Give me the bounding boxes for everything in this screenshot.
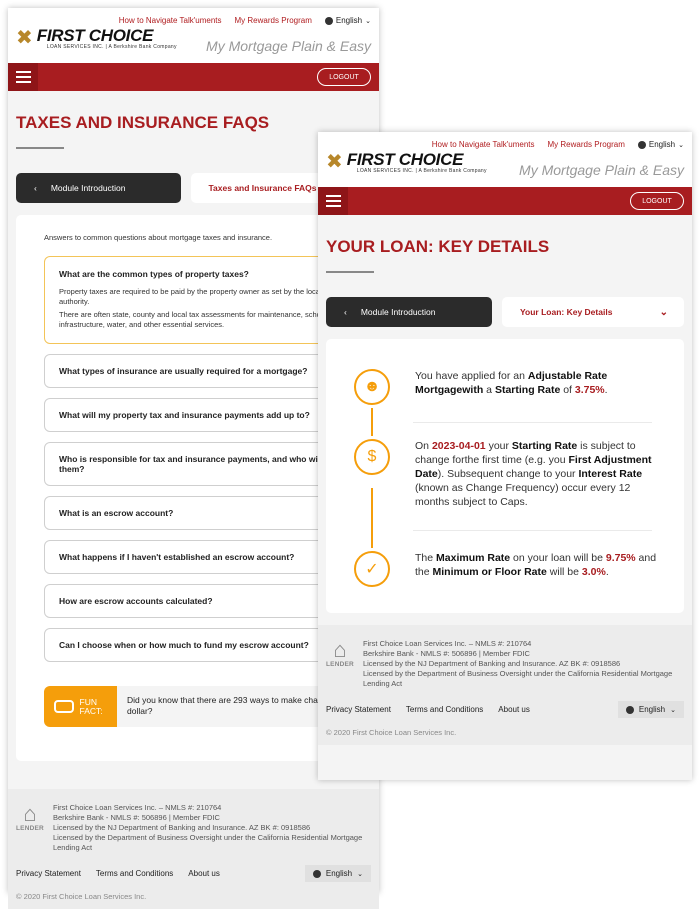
detail-row: ✓ The Maximum Rate on your loan will be … (326, 551, 684, 587)
logo-text: FIRST CHOICE (36, 26, 154, 45)
module-introduction-button[interactable]: ‹ Module Introduction (326, 297, 492, 327)
page-title: YOUR LOAN: KEY DETAILS (326, 237, 550, 256)
language-label: English (648, 140, 676, 149)
logo[interactable]: ✖ FIRST CHOICE LOAN SERVICES INC. | A Ber… (326, 149, 487, 174)
about-us-link[interactable]: About us (498, 705, 530, 714)
license-line: Berkshire Bank - NMLS #: 506896 | Member… (52, 813, 220, 822)
rewards-program-link[interactable]: My Rewards Program (235, 16, 312, 25)
module-introduction-label: Module Introduction (360, 307, 436, 317)
smiley-tag-icon (53, 700, 74, 713)
maximum-rate-value: 9.75% (605, 552, 636, 564)
language-label: English (638, 705, 666, 714)
page-title: TAXES AND INSURANCE FAQS (16, 113, 270, 132)
key-details-card: ☻ You have applied for an Adjustable Rat… (326, 339, 684, 613)
logo-subtext: LOAN SERVICES INC. | A Berkshire Bank Co… (46, 44, 177, 50)
tagline: My Mortgage Plain & Easy (519, 162, 684, 178)
navigate-talkuments-link[interactable]: How to Navigate Talk'uments (119, 16, 222, 25)
logo-subtext: LOAN SERVICES INC. | A Berkshire Bank Co… (356, 168, 487, 174)
license-line: First Choice Loan Services Inc. – NMLS #… (52, 803, 222, 812)
globe-icon (637, 140, 646, 149)
copyright: © 2020 First Choice Loan Services Inc. (16, 892, 147, 901)
chevron-left-icon: ‹ (344, 307, 347, 317)
first-adjustment-date-value: 2023-04-01 (431, 440, 486, 452)
terms-conditions-link[interactable]: Terms and Conditions (406, 705, 483, 714)
chevron-down-icon: ⌄ (365, 17, 371, 25)
rewards-program-link[interactable]: My Rewards Program (548, 140, 625, 149)
license-line: Licensed by the Department of Business O… (52, 833, 363, 852)
current-section-label: Taxes and Insurance FAQs (208, 183, 317, 193)
logo-mark-icon: ✖ (16, 25, 33, 49)
detail-text: On 2023-04-01 your Starting Rate is subj… (415, 440, 652, 508)
dollar-cycle-icon: $ (354, 439, 390, 475)
hamburger-menu-icon[interactable] (318, 187, 348, 215)
logo-mark-icon: ✖ (326, 149, 343, 173)
loan-details-screen: How to Navigate Talk'uments My Rewards P… (318, 132, 692, 780)
site-header: How to Navigate Talk'uments My Rewards P… (8, 8, 379, 63)
logout-button[interactable]: LOGOUT (630, 192, 684, 210)
privacy-statement-link[interactable]: Privacy Statement (16, 869, 81, 878)
equal-housing-lender-icon: ⌂ LENDER (16, 801, 44, 833)
privacy-statement-link[interactable]: Privacy Statement (326, 705, 391, 714)
license-line: Licensed by the NJ Department of Banking… (52, 823, 311, 832)
license-info: First Choice Loan Services Inc. – NMLS #… (53, 803, 371, 853)
footer: ⌂ LENDER First Choice Loan Services Inc. … (318, 625, 692, 745)
footer-language-selector[interactable]: English ⌄ (304, 865, 371, 882)
logo[interactable]: ✖ FIRST CHOICE LOAN SERVICES INC. | A Ber… (16, 25, 177, 50)
title-divider (326, 271, 374, 273)
module-introduction-button[interactable]: ‹ Module Introduction (16, 173, 181, 203)
language-label: English (325, 869, 353, 878)
chevron-down-icon: ⌄ (678, 141, 684, 149)
language-label: English (335, 16, 363, 25)
copyright: © 2020 First Choice Loan Services Inc. (326, 728, 457, 737)
footer: ⌂ LENDER First Choice Loan Services Inc. … (8, 789, 379, 909)
detail-row: $ On 2023-04-01 your Starting Rate is su… (326, 439, 684, 509)
logout-button[interactable]: LOGOUT (317, 68, 371, 86)
hamburger-menu-icon[interactable] (8, 63, 38, 91)
person-icon: ☻ (354, 369, 390, 405)
detail-text: The Maximum Rate on your loan will be 9.… (415, 552, 657, 578)
navigate-talkuments-link[interactable]: How to Navigate Talk'uments (432, 140, 535, 149)
section-dropdown[interactable]: Your Loan: Key Details ⌄ (502, 297, 684, 327)
detail-row: ☻ You have applied for an Adjustable Rat… (326, 369, 684, 405)
footer-language-selector[interactable]: English ⌄ (617, 701, 684, 718)
logo-text: FIRST CHOICE (346, 150, 464, 169)
module-introduction-label: Module Introduction (50, 183, 126, 193)
equal-housing-lender-icon: ⌂ LENDER (326, 637, 354, 669)
current-section-label: Your Loan: Key Details (520, 307, 613, 317)
tagline: My Mortgage Plain & Easy (206, 38, 371, 54)
globe-icon (324, 16, 333, 25)
site-header: How to Navigate Talk'uments My Rewards P… (318, 132, 692, 187)
floor-rate-value: 3.0% (581, 566, 606, 578)
license-line: Licensed by the NJ Department of Banking… (362, 659, 621, 668)
terms-conditions-link[interactable]: Terms and Conditions (96, 869, 173, 878)
checkmark-icon: ✓ (354, 551, 390, 587)
title-divider (16, 147, 64, 149)
change-frequency-value: 12 (618, 482, 631, 494)
fun-fact-badge: FUN FACT: (44, 686, 117, 727)
license-info: First Choice Loan Services Inc. – NMLS #… (363, 639, 684, 689)
language-selector[interactable]: English ⌄ (637, 140, 684, 149)
chevron-down-icon: ⌄ (357, 870, 363, 878)
about-us-link[interactable]: About us (188, 869, 220, 878)
fun-fact-label: FUN FACT: (79, 696, 103, 716)
language-selector[interactable]: English ⌄ (324, 16, 371, 25)
globe-icon (312, 869, 321, 878)
chevron-down-icon: ⌄ (659, 306, 668, 318)
chevron-left-icon: ‹ (34, 183, 37, 193)
chevron-down-icon: ⌄ (670, 706, 676, 714)
license-line: Licensed by the Department of Business O… (362, 669, 673, 688)
starting-rate-value: 3.75% (574, 384, 605, 396)
nav-bar: LOGOUT (8, 63, 379, 91)
license-line: Berkshire Bank - NMLS #: 506896 | Member… (362, 649, 530, 658)
detail-text: You have applied for an Adjustable Rate … (415, 370, 608, 396)
nav-bar: LOGOUT (318, 187, 692, 215)
globe-icon (625, 705, 634, 714)
license-line: First Choice Loan Services Inc. – NMLS #… (362, 639, 532, 648)
